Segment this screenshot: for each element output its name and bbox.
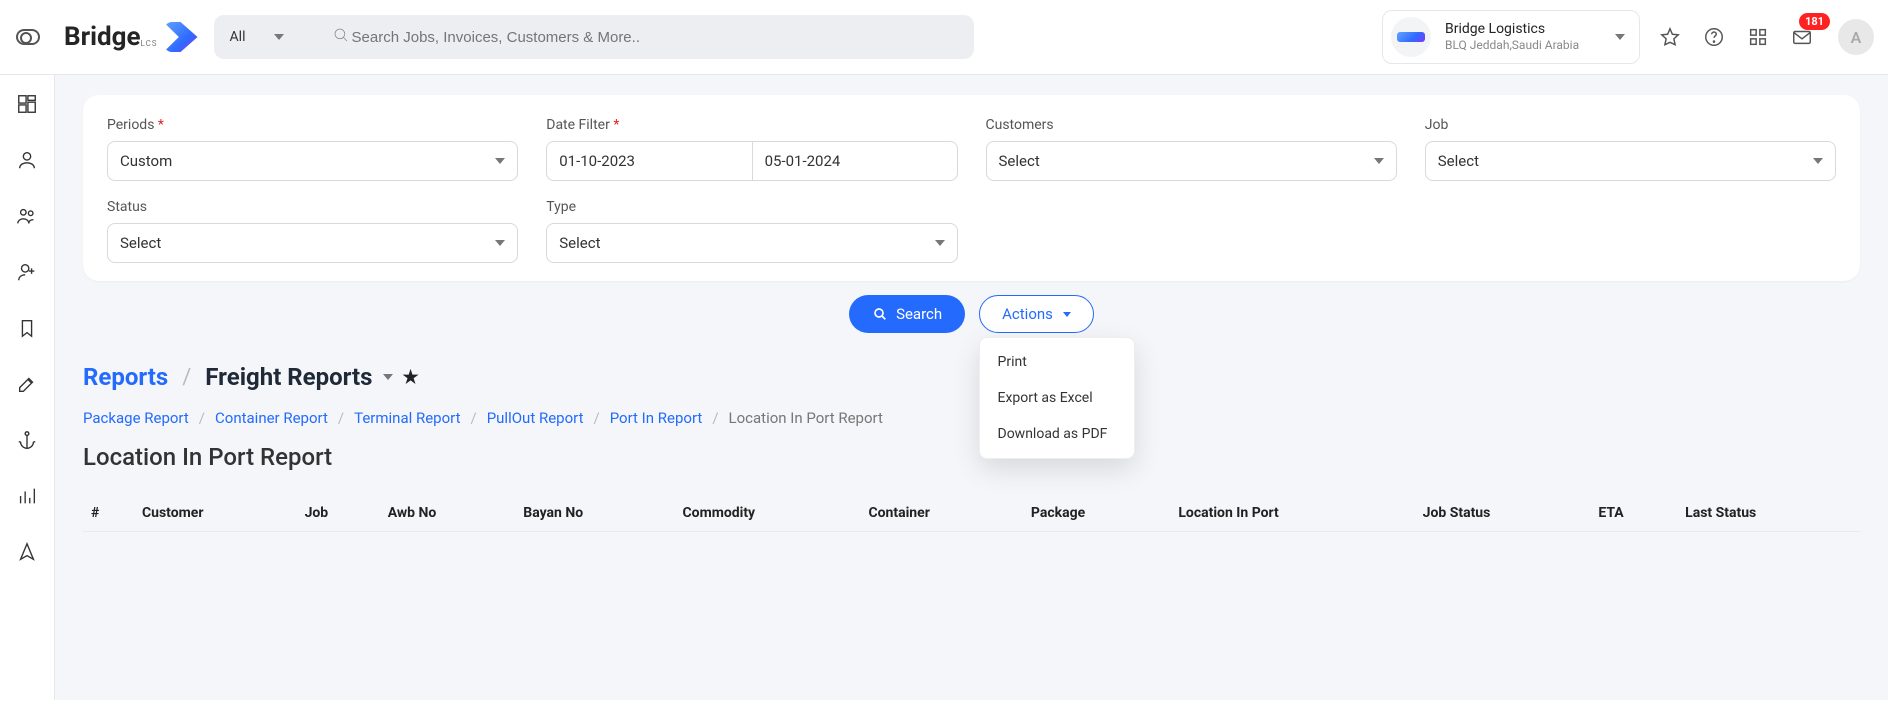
type-select[interactable]: Select [546, 223, 957, 263]
col-container: Container [860, 495, 1022, 532]
periods-label: Periods * [107, 117, 518, 133]
chevron-down-icon [935, 240, 945, 246]
actions-menu-download-pdf[interactable]: Download as PDF [980, 416, 1134, 452]
search-button[interactable]: Search [849, 295, 965, 333]
report-title: Location In Port Report [83, 443, 1860, 471]
chevron-down-icon [1374, 158, 1384, 164]
col-customer: Customer [134, 495, 297, 532]
search-category-selector[interactable]: All [214, 15, 312, 59]
chevron-down-icon [1063, 312, 1071, 317]
chevron-down-icon [1813, 158, 1823, 164]
user-avatar[interactable]: A [1838, 19, 1874, 55]
logo-subtext: LCS [141, 39, 158, 48]
search-input[interactable] [312, 15, 974, 59]
col-commodity: Commodity [675, 495, 861, 532]
job-label: Job [1425, 117, 1836, 133]
subnav-location-in-port-report[interactable]: Location In Port Report [729, 409, 883, 427]
chart-icon[interactable] [16, 485, 38, 511]
bookmark-icon[interactable] [16, 317, 38, 343]
job-select[interactable]: Select [1425, 141, 1836, 181]
chevron-down-icon [495, 158, 505, 164]
col-index: # [83, 495, 134, 532]
avatar-letter: A [1851, 28, 1862, 47]
logo-text: Bridge [64, 22, 141, 52]
col-bayan-no: Bayan No [515, 495, 674, 532]
mail-icon[interactable]: 181 [1788, 23, 1816, 51]
report-subnav: Package Report/ Container Report/ Termin… [83, 409, 1860, 427]
company-name: Bridge Logistics [1445, 21, 1579, 38]
add-user-icon[interactable] [16, 261, 38, 287]
actions-menu-print[interactable]: Print [980, 344, 1134, 380]
dashboard-icon[interactable] [16, 93, 38, 119]
users-icon[interactable] [16, 205, 38, 231]
apps-grid-icon[interactable] [1744, 23, 1772, 51]
search-category-value: All [230, 29, 246, 45]
report-group-selector[interactable]: Freight Reports ★ [205, 363, 418, 391]
subnav-container-report[interactable]: Container Report [215, 409, 328, 427]
sidebar-toggle-icon[interactable] [16, 29, 40, 45]
favorite-star-icon[interactable]: ★ [403, 367, 419, 388]
actions-menu-export-excel[interactable]: Export as Excel [980, 380, 1134, 416]
company-avatar-icon [1391, 17, 1431, 57]
col-location-in-port: Location In Port [1170, 495, 1414, 532]
col-awb-no: Awb No [380, 495, 516, 532]
status-select[interactable]: Select [107, 223, 518, 263]
col-last-status: Last Status [1677, 495, 1860, 532]
chevron-down-icon [1615, 34, 1625, 40]
anchor-icon[interactable] [16, 429, 38, 455]
user-icon[interactable] [16, 149, 38, 175]
reports-root-link[interactable]: Reports [83, 363, 168, 391]
filter-card: Periods * Custom Date Filter * 01-10-202… [83, 95, 1860, 281]
date-from-input[interactable]: 01-10-2023 [546, 141, 751, 181]
date-to-input[interactable]: 05-01-2024 [752, 141, 958, 181]
customers-label: Customers [986, 117, 1397, 133]
actions-dropdown: Print Export as Excel Download as PDF [979, 337, 1135, 459]
app-logo[interactable]: Bridge LCS [64, 22, 198, 52]
chevron-down-icon [274, 34, 284, 40]
page-heading: Reports / Freight Reports ★ [83, 363, 1860, 391]
subnav-package-report[interactable]: Package Report [83, 409, 189, 427]
subnav-port-in-report[interactable]: Port In Report [610, 409, 703, 427]
left-nav [0, 75, 55, 700]
col-package: Package [1023, 495, 1170, 532]
col-job: Job [297, 495, 380, 532]
customers-select[interactable]: Select [986, 141, 1397, 181]
col-job-status: Job Status [1415, 495, 1591, 532]
chevron-down-icon [495, 240, 505, 246]
topbar: Bridge LCS All Bridge Logistics BLQ Jedd… [0, 0, 1888, 75]
company-location: BLQ Jeddah,Saudi Arabia [1445, 38, 1579, 52]
periods-select[interactable]: Custom [107, 141, 518, 181]
actions-button[interactable]: Actions [979, 295, 1094, 333]
search-icon [332, 26, 350, 48]
type-label: Type [546, 199, 957, 215]
mail-badge: 181 [1799, 13, 1830, 30]
global-search: All [214, 15, 974, 59]
logo-mark-icon [164, 22, 198, 52]
date-filter-label: Date Filter * [546, 117, 957, 133]
help-icon[interactable] [1700, 23, 1728, 51]
company-selector[interactable]: Bridge Logistics BLQ Jeddah,Saudi Arabia [1382, 10, 1640, 64]
col-eta: ETA [1590, 495, 1677, 532]
favorite-icon[interactable] [1656, 23, 1684, 51]
subnav-terminal-report[interactable]: Terminal Report [354, 409, 460, 427]
chevron-down-icon [383, 374, 393, 380]
edit-icon[interactable] [16, 373, 38, 399]
main-content: Periods * Custom Date Filter * 01-10-202… [55, 75, 1888, 700]
actions-row: Search Actions Print Export as Excel Dow… [83, 295, 1860, 333]
report-table: # Customer Job Awb No Bayan No Commodity… [83, 495, 1860, 532]
navigation-icon[interactable] [16, 541, 38, 567]
subnav-pullout-report[interactable]: PullOut Report [487, 409, 584, 427]
status-label: Status [107, 199, 518, 215]
